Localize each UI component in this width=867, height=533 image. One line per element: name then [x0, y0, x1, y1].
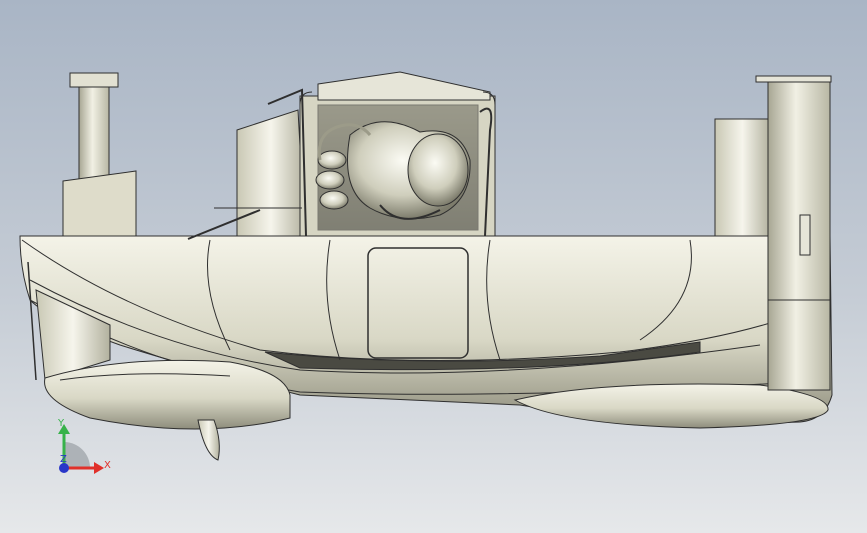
3d-viewport[interactable]: Y X Z — [0, 0, 867, 533]
triad-quarter-disc — [64, 442, 90, 468]
axis-triad: Y X Z — [57, 418, 111, 474]
y-axis-label: Y — [57, 418, 65, 429]
z-axis-label: Z — [60, 454, 67, 465]
x-axis-label: X — [104, 460, 111, 471]
